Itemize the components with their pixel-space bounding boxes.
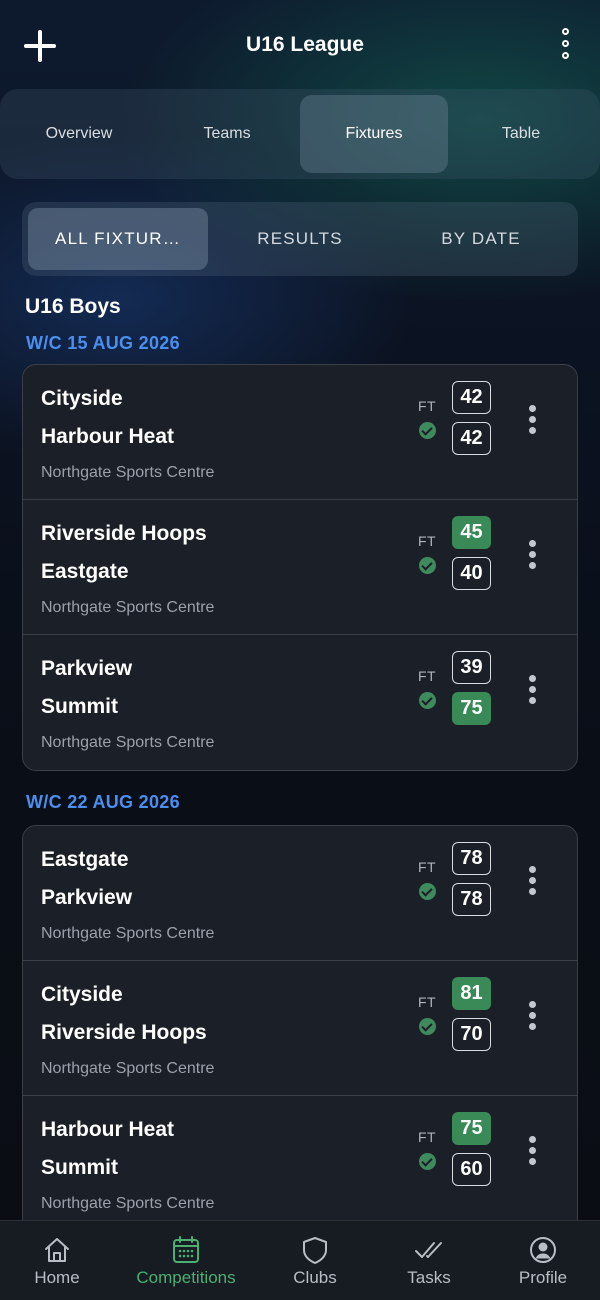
match-status: FT bbox=[418, 668, 437, 684]
profile-icon bbox=[530, 1237, 556, 1263]
fixture-row[interactable]: Cityside Riverside Hoops Northgate Sport… bbox=[23, 961, 577, 1096]
nav-label: Profile bbox=[518, 1268, 568, 1287]
away-team: Eastgate bbox=[41, 560, 129, 583]
nav-label: Home bbox=[34, 1268, 80, 1287]
venue: Northgate Sports Centre bbox=[41, 599, 215, 616]
fixture-menu-icon[interactable] bbox=[528, 866, 538, 896]
home-team: Cityside bbox=[41, 387, 123, 410]
completed-check-icon bbox=[419, 1018, 436, 1035]
fixture-menu-icon[interactable] bbox=[528, 540, 538, 570]
home-score: 75 bbox=[452, 1112, 491, 1145]
fixture-row[interactable]: Harbour Heat Summit Northgate Sports Cen… bbox=[23, 1096, 577, 1231]
venue: Northgate Sports Centre bbox=[41, 925, 215, 942]
home-team: Cityside bbox=[41, 983, 123, 1006]
home-team: Parkview bbox=[41, 657, 133, 680]
nav-home[interactable]: Home bbox=[0, 1221, 117, 1300]
bottom-navigation: Home Competitions Clubs Tasks Profile bbox=[0, 1220, 600, 1300]
venue: Northgate Sports Centre bbox=[41, 1195, 215, 1212]
match-status: FT bbox=[418, 533, 437, 549]
fixture-menu-icon[interactable] bbox=[528, 675, 538, 705]
match-status: FT bbox=[418, 994, 437, 1010]
tab-overview[interactable]: Overview bbox=[5, 95, 153, 173]
tab-fixtures[interactable]: Fixtures bbox=[300, 95, 448, 173]
more-options-icon[interactable] bbox=[560, 28, 570, 62]
nav-label: Clubs bbox=[293, 1268, 337, 1287]
match-status: FT bbox=[418, 398, 437, 414]
home-team: Eastgate bbox=[41, 848, 129, 871]
away-score: 42 bbox=[452, 422, 491, 455]
tab-table[interactable]: Table bbox=[447, 95, 595, 173]
page-title: U16 League bbox=[246, 33, 364, 56]
home-score: 81 bbox=[452, 977, 491, 1010]
home-score: 45 bbox=[452, 516, 491, 549]
fixture-row[interactable]: Cityside Harbour Heat Northgate Sports C… bbox=[23, 365, 577, 500]
fixture-menu-icon[interactable] bbox=[528, 405, 538, 435]
fixture-list-card: Cityside Harbour Heat Northgate Sports C… bbox=[22, 364, 578, 771]
calendar-icon bbox=[173, 1236, 199, 1263]
match-status: FT bbox=[418, 859, 437, 875]
double-check-icon bbox=[415, 1242, 442, 1258]
away-score: 75 bbox=[452, 692, 491, 725]
away-score: 40 bbox=[452, 557, 491, 590]
nav-clubs[interactable]: Clubs bbox=[255, 1221, 375, 1300]
match-status: FT bbox=[418, 1129, 437, 1145]
away-score: 78 bbox=[452, 883, 491, 916]
venue: Northgate Sports Centre bbox=[41, 734, 215, 751]
app-header: U16 League bbox=[0, 0, 600, 90]
nav-competitions[interactable]: Competitions bbox=[126, 1221, 246, 1300]
section-title: U16 Boys bbox=[25, 295, 121, 318]
fixture-filter-tabs: ALL FIXTUR… RESULTS BY DATE bbox=[22, 202, 578, 276]
tab-teams[interactable]: Teams bbox=[153, 95, 301, 173]
week-label: W/C 22 AUG 2026 bbox=[26, 792, 180, 812]
fixture-row[interactable]: Eastgate Parkview Northgate Sports Centr… bbox=[23, 826, 577, 961]
fixture-row[interactable]: Riverside Hoops Eastgate Northgate Sport… bbox=[23, 500, 577, 635]
fixture-menu-icon[interactable] bbox=[528, 1001, 538, 1031]
home-team: Riverside Hoops bbox=[41, 522, 207, 545]
away-team: Harbour Heat bbox=[41, 425, 175, 448]
week-label: W/C 15 AUG 2026 bbox=[26, 333, 180, 353]
away-team: Summit bbox=[41, 1156, 119, 1179]
fixture-list-card: Eastgate Parkview Northgate Sports Centr… bbox=[22, 825, 578, 1245]
venue: Northgate Sports Centre bbox=[41, 1060, 215, 1077]
home-score: 42 bbox=[452, 381, 491, 414]
away-team: Summit bbox=[41, 695, 119, 718]
completed-check-icon bbox=[419, 557, 436, 574]
nav-tasks[interactable]: Tasks bbox=[369, 1221, 489, 1300]
nav-profile[interactable]: Profile bbox=[483, 1221, 600, 1300]
completed-check-icon bbox=[419, 883, 436, 900]
tab-all-fixtures[interactable]: ALL FIXTUR… bbox=[28, 208, 208, 270]
nav-label: Tasks bbox=[407, 1268, 451, 1287]
completed-check-icon bbox=[419, 1153, 436, 1170]
away-score: 70 bbox=[452, 1018, 491, 1051]
away-team: Riverside Hoops bbox=[41, 1021, 207, 1044]
nav-label: Competitions bbox=[136, 1268, 236, 1287]
away-score: 60 bbox=[452, 1153, 491, 1186]
away-team: Parkview bbox=[41, 886, 133, 909]
tab-results[interactable]: RESULTS bbox=[210, 208, 390, 270]
home-icon bbox=[45, 1238, 69, 1262]
home-team: Harbour Heat bbox=[41, 1118, 175, 1141]
completed-check-icon bbox=[419, 422, 436, 439]
fixture-menu-icon[interactable] bbox=[528, 1136, 538, 1166]
home-score: 39 bbox=[452, 651, 491, 684]
main-tab-bar: Overview Teams Fixtures Table bbox=[0, 89, 600, 179]
tab-by-date[interactable]: BY DATE bbox=[391, 208, 571, 270]
shield-icon bbox=[303, 1237, 327, 1264]
home-score: 78 bbox=[452, 842, 491, 875]
venue: Northgate Sports Centre bbox=[41, 464, 215, 481]
completed-check-icon bbox=[419, 692, 436, 709]
fixture-row[interactable]: Parkview Summit Northgate Sports Centre … bbox=[23, 635, 577, 770]
